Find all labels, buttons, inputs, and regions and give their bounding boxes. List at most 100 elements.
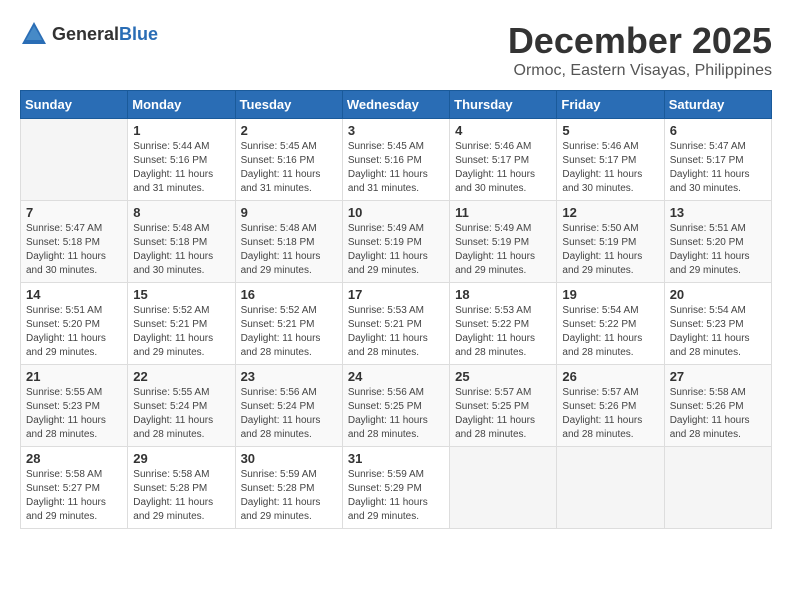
day-number: 20 xyxy=(670,287,766,302)
calendar-cell: 6 Sunrise: 5:47 AMSunset: 5:17 PMDaylight… xyxy=(664,119,771,201)
day-number: 16 xyxy=(241,287,337,302)
day-number: 17 xyxy=(348,287,444,302)
day-info: Sunrise: 5:45 AMSunset: 5:16 PMDaylight:… xyxy=(348,140,444,196)
day-info: Sunrise: 5:53 AMSunset: 5:21 PMDaylight:… xyxy=(348,304,444,360)
calendar-cell: 14 Sunrise: 5:51 AMSunset: 5:20 PMDayligh… xyxy=(21,283,128,365)
calendar-cell: 30Sunrise: 5:59 AMSunset: 5:28 PMDayligh… xyxy=(235,447,342,529)
day-info: Sunrise: 5:54 AMSunset: 5:22 PMDaylight:… xyxy=(562,304,658,360)
day-info: Sunrise: 5:46 AMSunset: 5:17 PMDaylight:… xyxy=(455,140,551,196)
calendar-cell: 12Sunrise: 5:50 AMSunset: 5:19 PMDayligh… xyxy=(557,201,664,283)
day-info: Sunrise: 5:57 AMSunset: 5:26 PMDaylight:… xyxy=(562,386,658,442)
day-number: 21 xyxy=(26,369,122,384)
day-info: Sunrise: 5:49 AMSunset: 5:19 PMDaylight:… xyxy=(348,222,444,278)
day-number: 3 xyxy=(348,123,444,138)
calendar-cell: 5Sunrise: 5:46 AMSunset: 5:17 PMDaylight… xyxy=(557,119,664,201)
day-info: Sunrise: 5:58 AMSunset: 5:26 PMDaylight:… xyxy=(670,386,766,442)
day-number: 18 xyxy=(455,287,551,302)
calendar-cell: 11 Sunrise: 5:49 AMSunset: 5:19 PMDayligh… xyxy=(450,201,557,283)
day-number: 27 xyxy=(670,369,766,384)
day-info: Sunrise: 5:56 AMSunset: 5:24 PMDaylight:… xyxy=(241,386,337,442)
day-number: 1 xyxy=(133,123,229,138)
calendar-cell xyxy=(557,447,664,529)
day-number: 13 xyxy=(670,205,766,220)
header-sunday: Sunday xyxy=(21,91,128,119)
location-subtitle: Ormoc, Eastern Visayas, Philippines xyxy=(508,62,772,80)
day-number: 15 xyxy=(133,287,229,302)
calendar-cell: 27 Sunrise: 5:58 AMSunset: 5:26 PMDayligh… xyxy=(664,365,771,447)
day-number: 22 xyxy=(133,369,229,384)
day-info: Sunrise: 5:51 AMSunset: 5:20 PMDaylight:… xyxy=(26,304,122,360)
day-info: Sunrise: 5:59 AMSunset: 5:29 PMDaylight:… xyxy=(348,468,444,524)
day-info: Sunrise: 5:52 AMSunset: 5:21 PMDaylight:… xyxy=(133,304,229,360)
header-thursday: Thursday xyxy=(450,91,557,119)
day-info: Sunrise: 5:47 AMSunset: 5:17 PMDaylight:… xyxy=(670,140,766,196)
logo-blue: Blue xyxy=(119,24,158,44)
header-monday: Monday xyxy=(128,91,235,119)
day-info: Sunrise: 5:47 AMSunset: 5:18 PMDaylight:… xyxy=(26,222,122,278)
calendar-cell xyxy=(21,119,128,201)
day-number: 24 xyxy=(348,369,444,384)
calendar-cell: 24 Sunrise: 5:56 AMSunset: 5:25 PMDayligh… xyxy=(342,365,449,447)
day-info: Sunrise: 5:58 AMSunset: 5:28 PMDaylight:… xyxy=(133,468,229,524)
calendar-table: Sunday Monday Tuesday Wednesday Thursday… xyxy=(20,90,772,529)
calendar-cell: 13 Sunrise: 5:51 AMSunset: 5:20 PMDayligh… xyxy=(664,201,771,283)
day-info: Sunrise: 5:56 AMSunset: 5:25 PMDaylight:… xyxy=(348,386,444,442)
day-number: 7 xyxy=(26,205,122,220)
day-number: 26 xyxy=(562,369,658,384)
calendar-cell: 9 Sunrise: 5:48 AMSunset: 5:18 PMDaylight… xyxy=(235,201,342,283)
calendar-cell: 25Sunrise: 5:57 AMSunset: 5:25 PMDayligh… xyxy=(450,365,557,447)
day-info: Sunrise: 5:50 AMSunset: 5:19 PMDaylight:… xyxy=(562,222,658,278)
day-info: Sunrise: 5:49 AMSunset: 5:19 PMDaylight:… xyxy=(455,222,551,278)
calendar-cell: 3 Sunrise: 5:45 AMSunset: 5:16 PMDaylight… xyxy=(342,119,449,201)
day-info: Sunrise: 5:54 AMSunset: 5:23 PMDaylight:… xyxy=(670,304,766,360)
calendar-cell: 1Sunrise: 5:44 AMSunset: 5:16 PMDaylight… xyxy=(128,119,235,201)
calendar-week-1: 1Sunrise: 5:44 AMSunset: 5:16 PMDaylight… xyxy=(21,119,772,201)
day-info: Sunrise: 5:52 AMSunset: 5:21 PMDaylight:… xyxy=(241,304,337,360)
calendar-cell: 8Sunrise: 5:48 AMSunset: 5:18 PMDaylight… xyxy=(128,201,235,283)
calendar-cell: 18 Sunrise: 5:53 AMSunset: 5:22 PMDayligh… xyxy=(450,283,557,365)
calendar-cell: 20 Sunrise: 5:54 AMSunset: 5:23 PMDayligh… xyxy=(664,283,771,365)
calendar-cell: 19 Sunrise: 5:54 AMSunset: 5:22 PMDayligh… xyxy=(557,283,664,365)
calendar-cell: 26 Sunrise: 5:57 AMSunset: 5:26 PMDayligh… xyxy=(557,365,664,447)
day-number: 29 xyxy=(133,451,229,466)
calendar-cell: 2 Sunrise: 5:45 AMSunset: 5:16 PMDaylight… xyxy=(235,119,342,201)
day-info: Sunrise: 5:53 AMSunset: 5:22 PMDaylight:… xyxy=(455,304,551,360)
calendar-cell: 4Sunrise: 5:46 AMSunset: 5:17 PMDaylight… xyxy=(450,119,557,201)
calendar-cell: 23Sunrise: 5:56 AMSunset: 5:24 PMDayligh… xyxy=(235,365,342,447)
day-info: Sunrise: 5:55 AMSunset: 5:24 PMDaylight:… xyxy=(133,386,229,442)
day-number: 9 xyxy=(241,205,337,220)
day-info: Sunrise: 5:55 AMSunset: 5:23 PMDaylight:… xyxy=(26,386,122,442)
day-info: Sunrise: 5:46 AMSunset: 5:17 PMDaylight:… xyxy=(562,140,658,196)
month-title: December 2025 xyxy=(508,20,772,62)
calendar-cell: 7 Sunrise: 5:47 AMSunset: 5:18 PMDaylight… xyxy=(21,201,128,283)
calendar-cell: 22 Sunrise: 5:55 AMSunset: 5:24 PMDayligh… xyxy=(128,365,235,447)
day-number: 6 xyxy=(670,123,766,138)
day-number: 2 xyxy=(241,123,337,138)
day-number: 19 xyxy=(562,287,658,302)
header-tuesday: Tuesday xyxy=(235,91,342,119)
day-info: Sunrise: 5:48 AMSunset: 5:18 PMDaylight:… xyxy=(241,222,337,278)
header-saturday: Saturday xyxy=(664,91,771,119)
title-area: December 2025 Ormoc, Eastern Visayas, Ph… xyxy=(508,20,772,80)
day-info: Sunrise: 5:48 AMSunset: 5:18 PMDaylight:… xyxy=(133,222,229,278)
day-number: 14 xyxy=(26,287,122,302)
day-number: 31 xyxy=(348,451,444,466)
day-info: Sunrise: 5:59 AMSunset: 5:28 PMDaylight:… xyxy=(241,468,337,524)
page-header: GeneralBlue December 2025 Ormoc, Eastern… xyxy=(20,20,772,80)
header-wednesday: Wednesday xyxy=(342,91,449,119)
logo-general: General xyxy=(52,24,119,44)
logo-icon xyxy=(20,20,48,48)
day-number: 11 xyxy=(455,205,551,220)
calendar-cell: 17 Sunrise: 5:53 AMSunset: 5:21 PMDayligh… xyxy=(342,283,449,365)
calendar-cell: 10Sunrise: 5:49 AMSunset: 5:19 PMDayligh… xyxy=(342,201,449,283)
calendar-cell: 16 Sunrise: 5:52 AMSunset: 5:21 PMDayligh… xyxy=(235,283,342,365)
calendar-week-4: 21 Sunrise: 5:55 AMSunset: 5:23 PMDayligh… xyxy=(21,365,772,447)
calendar-week-5: 28Sunrise: 5:58 AMSunset: 5:27 PMDayligh… xyxy=(21,447,772,529)
day-info: Sunrise: 5:51 AMSunset: 5:20 PMDaylight:… xyxy=(670,222,766,278)
calendar-cell: 21 Sunrise: 5:55 AMSunset: 5:23 PMDayligh… xyxy=(21,365,128,447)
calendar-week-2: 7 Sunrise: 5:47 AMSunset: 5:18 PMDaylight… xyxy=(21,201,772,283)
weekday-header-row: Sunday Monday Tuesday Wednesday Thursday… xyxy=(21,91,772,119)
day-info: Sunrise: 5:45 AMSunset: 5:16 PMDaylight:… xyxy=(241,140,337,196)
calendar-cell xyxy=(664,447,771,529)
calendar-cell: 28Sunrise: 5:58 AMSunset: 5:27 PMDayligh… xyxy=(21,447,128,529)
